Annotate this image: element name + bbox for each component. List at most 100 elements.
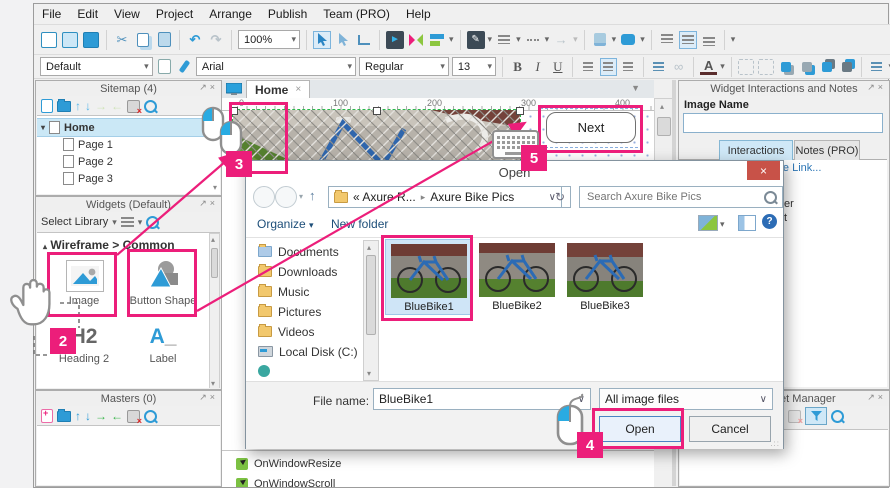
valign-bottom-icon[interactable] <box>700 31 718 49</box>
tree-item-local-disk[interactable]: Local Disk (C:) <box>258 343 358 360</box>
hyperlink-icon[interactable]: ∞ <box>670 58 687 76</box>
tab-notes-pro[interactable]: Notes (PRO) <box>794 140 860 160</box>
sitemap-item-page2[interactable]: Page 2 <box>63 153 113 170</box>
image-name-input[interactable] <box>683 113 883 133</box>
paste-icon[interactable] <box>155 31 173 49</box>
close-icon[interactable]: × <box>210 82 218 92</box>
bullet-list-icon[interactable] <box>650 58 667 76</box>
outdent-icon[interactable]: ← <box>111 409 123 423</box>
scrollbar-thumb[interactable] <box>211 248 218 278</box>
select-contained-icon[interactable] <box>334 31 352 49</box>
tree-item-music[interactable]: Music <box>258 283 309 300</box>
view-mode-icon[interactable] <box>698 215 718 231</box>
menu-edit[interactable]: Edit <box>77 7 98 21</box>
tree-item-pictures[interactable]: Pictures <box>258 303 321 320</box>
close-icon[interactable]: × <box>210 198 218 208</box>
line-weight-icon[interactable] <box>495 31 513 49</box>
font-family-select[interactable]: Arial▾ <box>196 57 356 76</box>
file-type-combo[interactable]: All image files∨ <box>599 388 773 410</box>
widgets-scrollbar[interactable]: ▴ ▾ <box>209 233 220 388</box>
search-icon[interactable] <box>146 216 159 229</box>
dialog-search-box[interactable] <box>579 186 783 208</box>
add-master-icon[interactable]: + <box>41 409 53 423</box>
bring-forward-icon[interactable] <box>818 58 835 76</box>
format-pen-icon[interactable]: ✎ <box>467 31 485 49</box>
select-library-dropdown[interactable]: Select Library <box>41 216 108 228</box>
move-up-icon[interactable]: ↑ <box>75 409 81 423</box>
add-folder-icon[interactable] <box>57 411 71 422</box>
tree-item-videos[interactable]: Videos <box>258 323 314 340</box>
dialog-close-button[interactable]: × <box>747 161 780 180</box>
search-icon[interactable] <box>831 410 844 423</box>
scroll-up-icon[interactable]: ▴ <box>211 235 215 244</box>
scroll-down-icon[interactable]: ▾ <box>213 183 217 192</box>
align-left-icon[interactable] <box>579 58 596 76</box>
add-folder-icon[interactable] <box>57 101 71 112</box>
italic-button[interactable]: I <box>529 58 546 76</box>
widget-label[interactable]: A_ <box>125 325 201 349</box>
scroll-down-icon[interactable]: ▾ <box>211 379 215 388</box>
arrow-style-icon[interactable]: → <box>552 31 570 49</box>
chevron-down-icon[interactable]: ▾ <box>720 61 725 72</box>
connector-mode-icon[interactable] <box>355 31 373 49</box>
page-style-painter-icon[interactable] <box>156 58 173 76</box>
fill-color-icon[interactable] <box>591 31 609 49</box>
copy-icon[interactable] <box>134 31 152 49</box>
move-up-icon[interactable]: ↑ <box>75 99 81 113</box>
chevron-down-icon[interactable]: ▾ <box>516 34 521 45</box>
scroll-up-icon[interactable]: ▴ <box>660 102 664 111</box>
expand-icon[interactable]: ↗ <box>867 82 878 92</box>
delete-master-icon[interactable]: × <box>127 410 140 423</box>
close-icon[interactable]: × <box>210 392 218 402</box>
expand-icon[interactable]: ↗ <box>199 392 210 402</box>
search-input[interactable] <box>585 190 764 204</box>
line-style-icon[interactable] <box>524 31 542 49</box>
interaction-row[interactable]: OnWindowScroll <box>236 478 335 487</box>
delete-page-icon[interactable]: × <box>127 100 140 113</box>
chevron-down-icon[interactable]: ▾ <box>449 34 454 45</box>
style-preset-select[interactable]: Default▾ <box>40 57 153 76</box>
tab-close-icon[interactable]: × <box>295 84 301 95</box>
tree-item-downloads[interactable]: Downloads <box>258 263 337 280</box>
scrollbar-thumb[interactable] <box>366 255 376 335</box>
move-down-icon[interactable]: ↓ <box>85 99 91 113</box>
tree-scrollbar[interactable]: ▴ ▾ <box>363 240 379 381</box>
menu-project[interactable]: Project <box>156 7 193 21</box>
indent-icon[interactable]: → <box>95 409 107 423</box>
bold-button[interactable]: B <box>509 58 526 76</box>
menu-view[interactable]: View <box>114 7 140 21</box>
chevron-down-icon[interactable]: ▾ <box>545 34 550 45</box>
menu-help[interactable]: Help <box>406 7 431 21</box>
tab-scroll-icon[interactable]: ▼ <box>631 83 640 93</box>
close-icon[interactable]: × <box>878 392 886 402</box>
send-backward-icon[interactable] <box>838 58 855 76</box>
generate-icon[interactable] <box>428 31 446 49</box>
interaction-row[interactable]: OnWindowResize <box>236 458 341 470</box>
save-icon[interactable] <box>82 31 100 49</box>
chevron-down-icon[interactable]: ▾ <box>720 219 725 230</box>
shape-color-icon[interactable] <box>619 31 637 49</box>
valign-middle-icon[interactable] <box>679 31 697 49</box>
valign-top-icon[interactable] <box>658 31 676 49</box>
add-page-icon[interactable] <box>41 99 53 113</box>
distribute-icon[interactable] <box>868 58 885 76</box>
align-right-icon[interactable] <box>620 58 637 76</box>
preview-pane-icon[interactable] <box>738 215 756 231</box>
redo-icon[interactable]: ↷ <box>207 31 225 49</box>
expand-icon[interactable]: ↗ <box>199 82 210 92</box>
nav-back-icon[interactable] <box>253 186 275 208</box>
section-collapse-icon[interactable]: ▴ <box>43 242 47 251</box>
tab-interactions[interactable]: Interactions <box>719 140 793 160</box>
new-folder-button[interactable]: New folder <box>331 217 388 231</box>
expand-icon[interactable]: ↗ <box>199 198 210 208</box>
scroll-up-icon[interactable]: ▴ <box>367 243 371 252</box>
sitemap-item-page1[interactable]: Page 1 <box>63 136 113 153</box>
refresh-icon[interactable]: ↻ <box>550 186 571 208</box>
breadcrumb-current[interactable]: Axure Bike Pics <box>430 190 514 204</box>
cancel-button[interactable]: Cancel <box>689 416 771 442</box>
select-mode-icon[interactable] <box>313 31 331 49</box>
network-icon[interactable] <box>258 365 270 377</box>
sitemap-item-home[interactable]: ▾ Home <box>37 118 220 137</box>
expand-icon[interactable]: ↗ <box>867 392 878 402</box>
file-bluebike2[interactable]: BlueBike2 <box>479 243 555 312</box>
